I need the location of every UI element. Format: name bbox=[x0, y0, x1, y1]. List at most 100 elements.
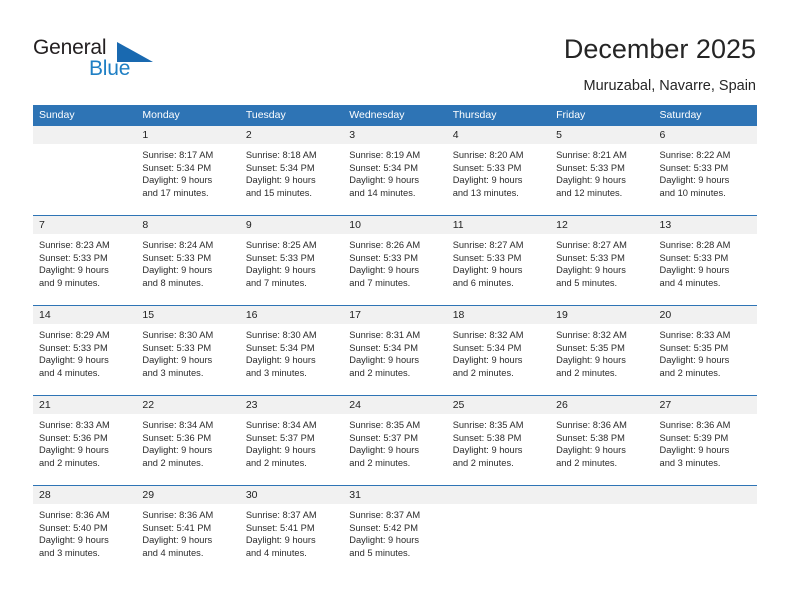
day-cell[interactable]: 4 Sunrise: 8:20 AM Sunset: 5:33 PM Daylight… bbox=[446, 126, 551, 215]
day-detail-line: Sunrise: 8:30 AM bbox=[245, 330, 317, 340]
day-detail-line: and 2 minutes. bbox=[452, 367, 514, 378]
day-detail-line: Sunrise: 8:27 AM bbox=[452, 240, 524, 250]
day-cell[interactable]: 5 Sunrise: 8:21 AM Sunset: 5:33 PM Daylight… bbox=[550, 126, 654, 215]
day-detail-line: Daylight: 9 hours bbox=[659, 175, 730, 186]
day-detail-line: and 17 minutes. bbox=[142, 187, 209, 198]
day-details: Sunrise: 8:32 AM Sunset: 5:34 PM Daylight:… bbox=[447, 324, 550, 379]
day-detail-line: Daylight: 9 hours bbox=[142, 535, 213, 546]
day-detail-line: and 2 minutes. bbox=[349, 367, 411, 378]
day-detail-line: and 10 minutes. bbox=[659, 187, 726, 198]
day-detail-line: Sunset: 5:33 PM bbox=[39, 342, 108, 353]
day-cell[interactable]: 9 Sunrise: 8:25 AM Sunset: 5:33 PM Daylight… bbox=[239, 216, 344, 305]
day-detail-line: Daylight: 9 hours bbox=[39, 445, 109, 456]
day-details: Sunrise: 8:27 AM Sunset: 5:33 PM Daylight:… bbox=[447, 234, 550, 289]
day-cell[interactable]: 15 Sunrise: 8:30 AM Sunset: 5:33 PM Dayligh… bbox=[136, 306, 240, 395]
weekday-header-saturday: Saturday bbox=[659, 109, 702, 121]
day-details: Sunrise: 8:19 AM Sunset: 5:34 PM Daylight:… bbox=[343, 144, 446, 199]
day-detail-line: Sunrise: 8:17 AM bbox=[142, 150, 214, 160]
day-detail-line: and 2 minutes. bbox=[556, 457, 618, 468]
day-number: 9 bbox=[239, 216, 344, 234]
day-cell[interactable]: 13 Sunrise: 8:28 AM Sunset: 5:33 PM Dayligh… bbox=[653, 216, 757, 305]
day-cell[interactable]: 22 Sunrise: 8:34 AM Sunset: 5:36 PM Dayligh… bbox=[136, 396, 240, 485]
day-cell[interactable]: 14 Sunrise: 8:29 AM Sunset: 5:33 PM Dayligh… bbox=[33, 306, 137, 395]
day-detail-line: Daylight: 9 hours bbox=[452, 265, 523, 276]
day-cell[interactable]: 17 Sunrise: 8:31 AM Sunset: 5:34 PM Dayligh… bbox=[343, 306, 447, 395]
day-cell[interactable]: 24 Sunrise: 8:35 AM Sunset: 5:37 PM Dayligh… bbox=[343, 396, 447, 485]
day-detail-line: Sunset: 5:33 PM bbox=[39, 252, 108, 263]
day-cell[interactable]: 16 Sunrise: 8:30 AM Sunset: 5:34 PM Dayligh… bbox=[239, 306, 344, 395]
day-cell[interactable]: 7 Sunrise: 8:23 AM Sunset: 5:33 PM Daylight… bbox=[33, 216, 137, 305]
day-detail-line: and 3 minutes. bbox=[245, 367, 307, 378]
day-details: Sunrise: 8:32 AM Sunset: 5:35 PM Daylight:… bbox=[550, 324, 653, 379]
day-detail-line: Daylight: 9 hours bbox=[452, 355, 523, 366]
day-detail-line: Daylight: 9 hours bbox=[556, 265, 626, 276]
day-cell[interactable]: 10 Sunrise: 8:26 AM Sunset: 5:33 PM Dayligh… bbox=[343, 216, 447, 305]
brand-logo[interactable]: General Blue bbox=[33, 36, 213, 88]
day-number: 7 bbox=[33, 216, 137, 234]
day-cell[interactable]: 11 Sunrise: 8:27 AM Sunset: 5:33 PM Dayligh… bbox=[446, 216, 551, 305]
day-detail-line: Sunset: 5:33 PM bbox=[556, 252, 625, 263]
day-detail-line: Sunset: 5:34 PM bbox=[349, 342, 418, 353]
weekday-header-friday: Friday bbox=[556, 109, 586, 121]
calendar-page: General Blue December 2025 Muruzabal, Na… bbox=[0, 0, 792, 612]
day-number: 28 bbox=[33, 486, 137, 504]
day-number: 30 bbox=[239, 486, 344, 504]
day-details: Sunrise: 8:30 AM Sunset: 5:34 PM Daylight:… bbox=[240, 324, 343, 379]
day-number: 20 bbox=[653, 306, 757, 324]
calendar-week-row: 28 Sunrise: 8:36 AM Sunset: 5:40 PM Dayligh… bbox=[33, 485, 757, 575]
day-cell[interactable]: 2 Sunrise: 8:18 AM Sunset: 5:34 PM Daylight… bbox=[239, 126, 344, 215]
day-cell[interactable]: 20 Sunrise: 8:33 AM Sunset: 5:35 PM Dayligh… bbox=[653, 306, 757, 395]
day-details: Sunrise: 8:23 AM Sunset: 5:33 PM Daylight:… bbox=[33, 234, 136, 289]
day-number: 12 bbox=[550, 216, 654, 234]
day-cell[interactable]: 19 Sunrise: 8:32 AM Sunset: 5:35 PM Dayligh… bbox=[550, 306, 654, 395]
day-details: Sunrise: 8:33 AM Sunset: 5:35 PM Daylight:… bbox=[654, 324, 757, 379]
day-details: Sunrise: 8:37 AM Sunset: 5:42 PM Daylight:… bbox=[343, 504, 446, 559]
day-cell[interactable]: 21 Sunrise: 8:33 AM Sunset: 5:36 PM Dayligh… bbox=[33, 396, 137, 485]
weekday-header-monday: Monday bbox=[142, 109, 180, 121]
day-detail-line: and 2 minutes. bbox=[349, 457, 411, 468]
day-detail-line: Daylight: 9 hours bbox=[142, 355, 213, 366]
day-details: Sunrise: 8:37 AM Sunset: 5:41 PM Daylight:… bbox=[240, 504, 343, 559]
day-details: Sunrise: 8:17 AM Sunset: 5:34 PM Daylight:… bbox=[136, 144, 239, 199]
weekday-header-thursday: Thursday bbox=[452, 109, 497, 121]
day-details: Sunrise: 8:35 AM Sunset: 5:37 PM Daylight:… bbox=[343, 414, 446, 469]
day-detail-line: Daylight: 9 hours bbox=[349, 265, 420, 276]
day-cell[interactable]: 27 Sunrise: 8:36 AM Sunset: 5:39 PM Dayligh… bbox=[653, 396, 757, 485]
day-cell[interactable]: 30 Sunrise: 8:37 AM Sunset: 5:41 PM Dayligh… bbox=[239, 486, 344, 575]
day-details: Sunrise: 8:30 AM Sunset: 5:33 PM Daylight:… bbox=[136, 324, 239, 379]
day-detail-line: Sunrise: 8:33 AM bbox=[39, 420, 110, 430]
day-number: 27 bbox=[653, 396, 757, 414]
day-cell[interactable]: 18 Sunrise: 8:32 AM Sunset: 5:34 PM Dayligh… bbox=[446, 306, 551, 395]
day-cell[interactable]: 28 Sunrise: 8:36 AM Sunset: 5:40 PM Dayligh… bbox=[33, 486, 137, 575]
day-cell[interactable]: 6 Sunrise: 8:22 AM Sunset: 5:33 PM Daylight… bbox=[653, 126, 757, 215]
day-cell[interactable]: 8 Sunrise: 8:24 AM Sunset: 5:33 PM Daylight… bbox=[136, 216, 240, 305]
day-details: Sunrise: 8:24 AM Sunset: 5:33 PM Daylight:… bbox=[136, 234, 239, 289]
day-cell[interactable]: 29 Sunrise: 8:36 AM Sunset: 5:41 PM Dayligh… bbox=[136, 486, 240, 575]
day-cell[interactable]: 23 Sunrise: 8:34 AM Sunset: 5:37 PM Dayligh… bbox=[239, 396, 344, 485]
day-detail-line: Sunrise: 8:27 AM bbox=[556, 240, 627, 250]
day-cell-empty bbox=[446, 486, 551, 575]
day-details: Sunrise: 8:22 AM Sunset: 5:33 PM Daylight:… bbox=[654, 144, 757, 199]
day-details bbox=[33, 144, 136, 149]
day-detail-line: and 4 minutes. bbox=[659, 277, 721, 288]
day-detail-line: Daylight: 9 hours bbox=[39, 535, 109, 546]
day-detail-line: Sunset: 5:37 PM bbox=[245, 432, 315, 443]
day-cell[interactable]: 31 Sunrise: 8:37 AM Sunset: 5:42 PM Dayligh… bbox=[343, 486, 447, 575]
day-cell[interactable]: 1 Sunrise: 8:17 AM Sunset: 5:34 PM Daylight… bbox=[136, 126, 240, 215]
day-cell[interactable]: 26 Sunrise: 8:36 AM Sunset: 5:38 PM Dayligh… bbox=[550, 396, 654, 485]
day-cell[interactable]: 12 Sunrise: 8:27 AM Sunset: 5:33 PM Dayligh… bbox=[550, 216, 654, 305]
day-detail-line: and 13 minutes. bbox=[452, 187, 519, 198]
day-cell[interactable]: 3 Sunrise: 8:19 AM Sunset: 5:34 PM Daylight… bbox=[343, 126, 447, 215]
day-detail-line: Daylight: 9 hours bbox=[452, 445, 523, 456]
day-detail-line: Sunset: 5:39 PM bbox=[659, 432, 729, 443]
day-detail-line: Sunset: 5:33 PM bbox=[245, 252, 315, 263]
day-number: 22 bbox=[136, 396, 240, 414]
day-details: Sunrise: 8:36 AM Sunset: 5:39 PM Daylight:… bbox=[654, 414, 757, 469]
day-detail-line: Sunrise: 8:32 AM bbox=[452, 330, 524, 340]
day-detail-line: and 15 minutes. bbox=[245, 187, 312, 198]
day-cell-empty bbox=[33, 126, 137, 215]
day-detail-line: Sunrise: 8:35 AM bbox=[452, 420, 524, 430]
day-cell[interactable]: 25 Sunrise: 8:35 AM Sunset: 5:38 PM Dayligh… bbox=[446, 396, 551, 485]
day-detail-line: Sunrise: 8:31 AM bbox=[349, 330, 421, 340]
weekday-header-tuesday: Tuesday bbox=[245, 109, 286, 121]
